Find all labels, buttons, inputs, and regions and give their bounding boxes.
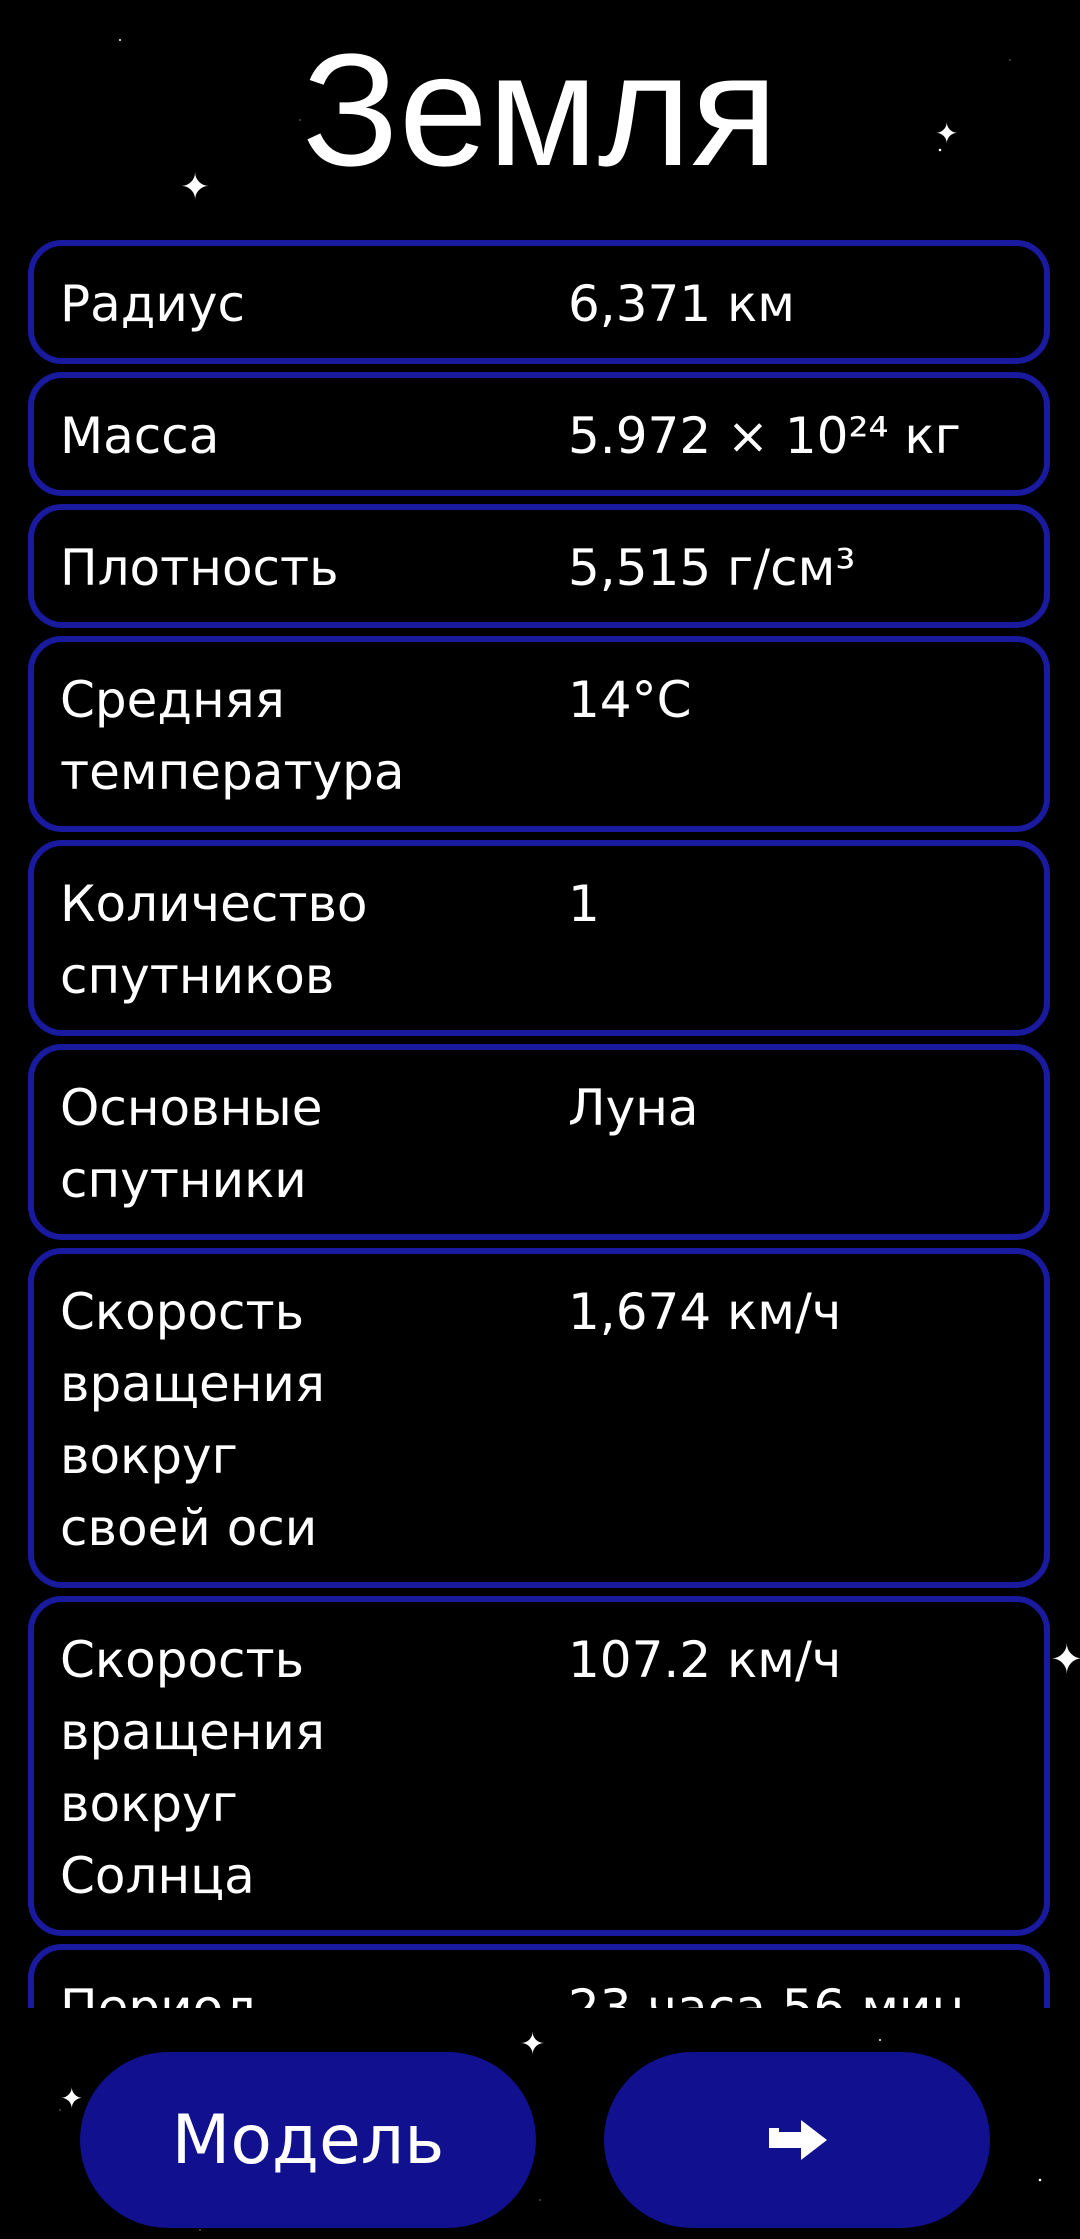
arrow-right-icon — [765, 2118, 829, 2162]
planet-info-screen: ✦ ✦ ✦ ✦ ✦ Земля Радиус 6,371 км Масса 5.972… — [0, 0, 1080, 2239]
property-row: Средняя температура 14°C — [28, 636, 1050, 832]
property-value: Луна — [568, 1079, 699, 1137]
property-label: Основные спутники — [60, 1079, 323, 1209]
property-value: 14°C — [568, 671, 692, 729]
property-row: Плотность 5,515 г/см³ — [28, 504, 1050, 628]
model-button[interactable]: Модель — [80, 2052, 536, 2228]
property-value: 1,674 км/ч — [568, 1283, 842, 1341]
properties-list[interactable]: Радиус 6,371 км Масса 5.972 × 10²⁴ кг Плотно… — [28, 240, 1050, 2008]
property-row: Период вращения 23 часа 56 мин — [28, 1944, 1050, 2008]
property-label: Средняя температура — [60, 671, 405, 801]
star-decoration: ✦ — [1050, 1637, 1080, 1683]
property-row: Скорость вращения вокруг своей оси 1,674 … — [28, 1248, 1050, 1588]
property-value: 6,371 км — [568, 275, 795, 333]
property-row: Масса 5.972 × 10²⁴ кг — [28, 372, 1050, 496]
property-row: Скорость вращения вокруг Солнца 107.2 км/… — [28, 1596, 1050, 1936]
property-value: 23 часа 56 мин — [568, 1979, 965, 2008]
property-label: Плотность — [60, 539, 339, 597]
page-title: Земля — [302, 20, 778, 199]
property-row: Количество спутников 1 — [28, 840, 1050, 1036]
property-label: Радиус — [60, 275, 245, 333]
property-row: Радиус 6,371 км — [28, 240, 1050, 364]
property-label: Скорость вращения вокруг Солнца — [60, 1631, 325, 1905]
property-label: Масса — [60, 407, 220, 465]
property-label: Количество спутников — [60, 875, 368, 1005]
property-row: Основные спутники Луна — [28, 1044, 1050, 1240]
property-value: 1 — [568, 875, 600, 933]
next-button[interactable] — [604, 2052, 990, 2228]
property-label: Период вращения — [60, 1979, 258, 2008]
property-value: 5,515 г/см³ — [568, 539, 856, 597]
bottom-bar: Модель — [0, 2030, 1080, 2239]
property-value: 5.972 × 10²⁴ кг — [568, 407, 961, 465]
property-label: Скорость вращения вокруг своей оси — [60, 1283, 325, 1557]
property-value: 107.2 км/ч — [568, 1631, 842, 1689]
